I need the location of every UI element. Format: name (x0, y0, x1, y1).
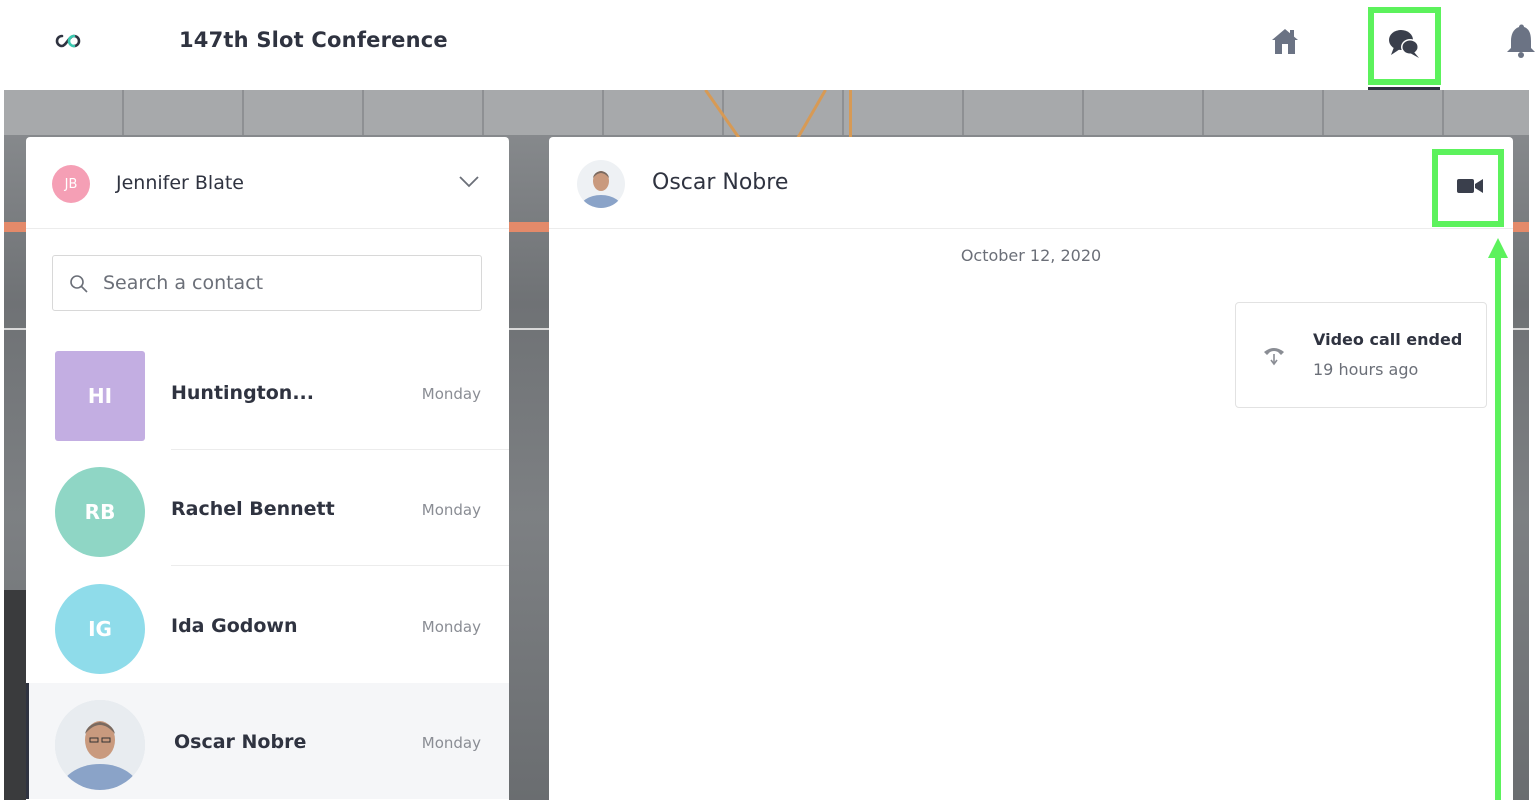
chat-bubbles-icon (1389, 30, 1419, 58)
chat-date: October 12, 2020 (960, 246, 1102, 265)
current-user-name: Jennifer Blate (116, 172, 244, 194)
chat-nav-button[interactable] (1368, 7, 1441, 85)
annotation-arrow-head (1488, 238, 1508, 258)
bell-icon[interactable] (1504, 24, 1535, 60)
call-ended-title: Video call ended (1313, 330, 1463, 349)
list-item-active[interactable]: Oscar Nobre Monday (26, 683, 509, 799)
app-logo[interactable] (52, 28, 86, 54)
avatar: JB (52, 165, 90, 203)
annotation-arrow (1495, 256, 1501, 800)
search-icon (70, 275, 88, 293)
avatar: RB (55, 467, 145, 557)
conference-title: 147th Slot Conference (179, 28, 448, 52)
contact-time: Monday (421, 501, 481, 519)
contact-name: Rachel Bennett (171, 498, 335, 520)
call-ended-time: 19 hours ago (1313, 360, 1419, 379)
avatar (577, 160, 625, 208)
contact-time: Monday (421, 385, 481, 403)
contact-name: Huntington... (171, 382, 314, 404)
call-ended-message: Video call ended 19 hours ago (1235, 302, 1487, 408)
contact-name: Oscar Nobre (174, 731, 307, 753)
chat-contact-name: Oscar Nobre (652, 170, 789, 195)
avatar (55, 700, 145, 790)
chevron-down-icon[interactable] (458, 174, 480, 193)
top-bar: 147th Slot Conference (0, 0, 1535, 90)
contacts-panel: JB Jennifer Blate HI Huntington... Monda… (26, 137, 509, 800)
chat-header: Oscar Nobre (549, 137, 1513, 229)
video-call-button[interactable] (1432, 149, 1504, 227)
contact-time: Monday (421, 618, 481, 636)
video-camera-icon (1457, 179, 1483, 193)
list-item[interactable]: HI Huntington... Monday (26, 334, 509, 450)
contact-time: Monday (421, 734, 481, 752)
search-input[interactable] (103, 264, 473, 302)
list-item[interactable]: RB Rachel Bennett Monday (26, 450, 509, 566)
current-user-selector[interactable]: JB Jennifer Blate (26, 137, 509, 229)
contact-name: Ida Godown (171, 615, 298, 637)
home-icon[interactable] (1268, 24, 1302, 58)
chat-panel: Oscar Nobre October 12, 2020 Video call … (549, 137, 1513, 800)
avatar: HI (55, 351, 145, 441)
list-item[interactable]: IG Ida Godown Monday (26, 567, 509, 683)
avatar: IG (55, 584, 145, 674)
search-box (52, 255, 482, 311)
hangup-icon (1264, 348, 1284, 366)
